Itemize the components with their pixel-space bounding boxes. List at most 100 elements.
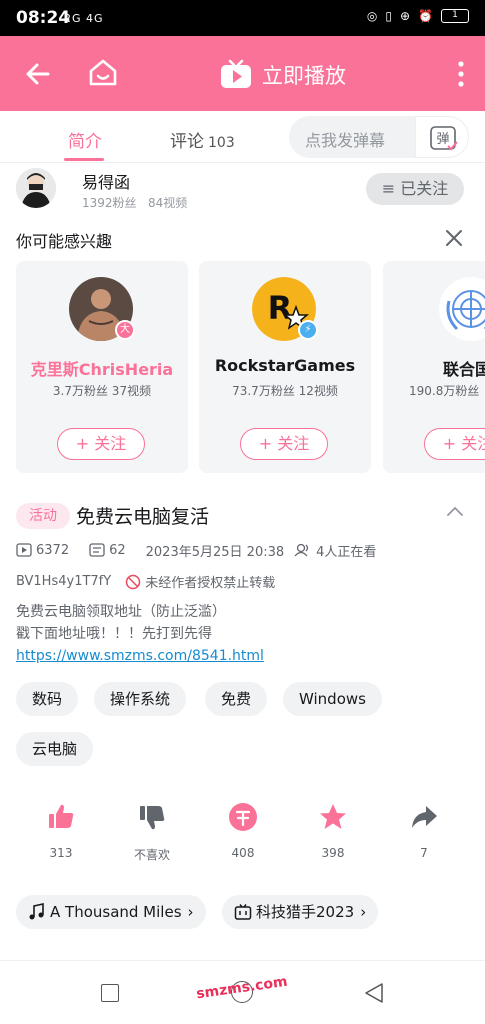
alarm-icon: ⏰ [418, 9, 433, 23]
tag-chip[interactable]: 免费 [205, 682, 268, 716]
desc-line: 戳下面地址哦！！！先打到先得 [16, 626, 212, 642]
tag-chip[interactable]: 云电脑 [16, 732, 94, 766]
uploader-fans: 1392粉丝 [82, 196, 137, 210]
video-title: 免费云电脑复活 [76, 506, 210, 528]
publish-date: 2023年5月25日 20:38 [145, 544, 285, 560]
more-options-icon[interactable] [455, 58, 467, 90]
recommend-name[interactable]: 联合国 [443, 356, 485, 380]
dislike-label: 不喜欢 [133, 848, 170, 862]
play-count-icon [16, 543, 32, 557]
recommend-card[interactable]: R ⚡ RockstarGames 73.7万粉丝 12视频 + 关注 [199, 261, 371, 473]
follow-button[interactable]: + 关注 [57, 428, 145, 460]
uploader-name[interactable]: 易得函 [82, 169, 130, 193]
video-title-row: 活动 免费云电脑复活 [16, 502, 466, 532]
desc-line: 免费云电脑领取地址（防止泛滥） [16, 604, 226, 620]
thumbs-up-icon [49, 804, 74, 828]
event-title: 科技猎手2023 [256, 903, 355, 921]
signal-indicator: 2G 4G [64, 12, 104, 25]
share-arrow-icon [412, 806, 437, 828]
back-arrow-icon[interactable] [22, 58, 54, 90]
chevron-right-icon: › [187, 903, 194, 921]
music-pill[interactable]: A Thousand Miles › [16, 895, 206, 929]
recommend-stats: 73.7万粉丝 12视频 [232, 384, 338, 398]
home-icon[interactable] [86, 56, 120, 90]
favorite-count: 398 [321, 846, 345, 860]
coin-button[interactable]: 408 [203, 802, 283, 860]
recommend-avatar[interactable] [439, 277, 485, 341]
tag-chip[interactable]: 操作系统 [94, 682, 187, 716]
bvid-line: BV1Hs4y1T7fY 未经作者授权禁止转载 [16, 572, 275, 591]
event-pill[interactable]: 科技猎手2023 › [222, 895, 379, 929]
music-title: A Thousand Miles [50, 903, 182, 921]
danmaku-toggle-button[interactable]: 弹 [415, 116, 469, 158]
recommend-title: 你可能感兴趣 [16, 232, 113, 251]
coin-icon [229, 803, 257, 831]
share-count: 7 [420, 846, 428, 860]
no-reprint-notice: 未经作者授权禁止转载 [125, 572, 275, 591]
verified-badge: 大 [115, 320, 135, 340]
uploader-videos: 84视频 [148, 196, 188, 210]
follow-button[interactable]: + 关注 [424, 428, 485, 460]
music-note-icon [29, 903, 44, 920]
people-icon [294, 543, 309, 557]
danmaku-count-icon [89, 543, 105, 557]
danmaku-icon: 弹 [430, 126, 458, 151]
play-count: 6372 [16, 543, 69, 558]
recommend-name[interactable]: 克里斯ChrisHeria [16, 356, 188, 380]
recents-button[interactable] [101, 984, 119, 1002]
tab-intro[interactable]: 简介 [68, 127, 102, 152]
danmaku-placeholder: 点我发弹幕 [305, 131, 386, 150]
recommend-card[interactable]: 联合国 190.8万粉丝 + 关注 [383, 261, 485, 473]
uploader-stats: 1392粉丝 84视频 [82, 194, 187, 211]
svg-text:R: R [268, 289, 293, 327]
comment-count: 103 [208, 135, 235, 151]
tag-chip[interactable]: 数码 [16, 682, 79, 716]
tab-active-indicator [64, 158, 104, 161]
action-bar: 313 不喜欢 408 398 7 [0, 802, 485, 862]
dislike-button[interactable]: 不喜欢 [112, 802, 192, 863]
bvid[interactable]: BV1Hs4y1T7fY [16, 574, 111, 589]
tag-chip[interactable]: Windows [283, 682, 382, 716]
tab-comments-label: 评论 [170, 132, 204, 152]
watching-count: 4人正在看 [294, 541, 376, 560]
star-icon [320, 804, 346, 829]
nfc-icon: ◎ [366, 9, 378, 23]
status-icons: ◎ ▯ ⊕ ⏰ 1 [367, 9, 469, 23]
status-time: 08:24 [16, 8, 71, 28]
lightning-badge-icon: ⚡ [298, 320, 318, 340]
recommend-card[interactable]: 大 克里斯ChrisHeria 3.7万粉丝 37视频 + 关注 [16, 261, 188, 473]
back-button[interactable] [362, 981, 386, 1005]
video-description: 免费云电脑领取地址（防止泛滥） 戳下面地址哦！！！先打到先得 https://w… [16, 601, 264, 667]
like-count: 313 [49, 846, 73, 860]
activity-tag[interactable]: 活动 [16, 503, 70, 529]
vibrate-icon: ▯ [385, 9, 392, 23]
forbidden-icon [125, 574, 141, 589]
follow-button[interactable]: + 关注 [240, 428, 328, 460]
play-now-title[interactable]: 立即播放 [262, 60, 346, 90]
recommend-stats: 3.7万粉丝 37视频 [52, 384, 152, 398]
chevron-up-icon[interactable] [446, 504, 464, 518]
video-meta: 6372 62 2023年5月25日 20:38 4人正在看 [16, 540, 386, 560]
tab-comments[interactable]: 评论 103 [170, 127, 235, 152]
followed-button[interactable]: ≡ 已关注 [366, 173, 464, 205]
uploader-row: 易得函 1392粉丝 84视频 ≡ 已关注 [0, 163, 485, 215]
uploader-avatar[interactable] [16, 168, 56, 208]
status-bar: 08:24 2G 4G ◎ ▯ ⊕ ⏰ 1 [0, 0, 485, 36]
thumbs-down-icon [140, 806, 165, 830]
danmaku-input[interactable]: 点我发弹幕 弹 [289, 116, 469, 158]
coin-count: 408 [231, 846, 255, 860]
tv-play-icon[interactable] [219, 58, 253, 90]
desc-link[interactable]: https://www.smzms.com/8541.html [16, 648, 264, 664]
favorite-button[interactable]: 398 [293, 802, 373, 860]
recommend-stats: 190.8万粉丝 [409, 384, 480, 398]
video-top-bar: 立即播放 [0, 36, 485, 111]
share-button[interactable]: 7 [384, 802, 464, 860]
svg-text:弹: 弹 [436, 132, 449, 147]
danmaku-count: 62 [89, 543, 126, 558]
like-button[interactable]: 313 [21, 802, 101, 860]
wifi-icon: ⊕ [399, 9, 411, 23]
recommend-name[interactable]: RockstarGames [199, 356, 371, 375]
battery-icon: 1 [441, 9, 469, 23]
tv-icon [234, 904, 252, 920]
close-icon[interactable] [444, 228, 464, 248]
